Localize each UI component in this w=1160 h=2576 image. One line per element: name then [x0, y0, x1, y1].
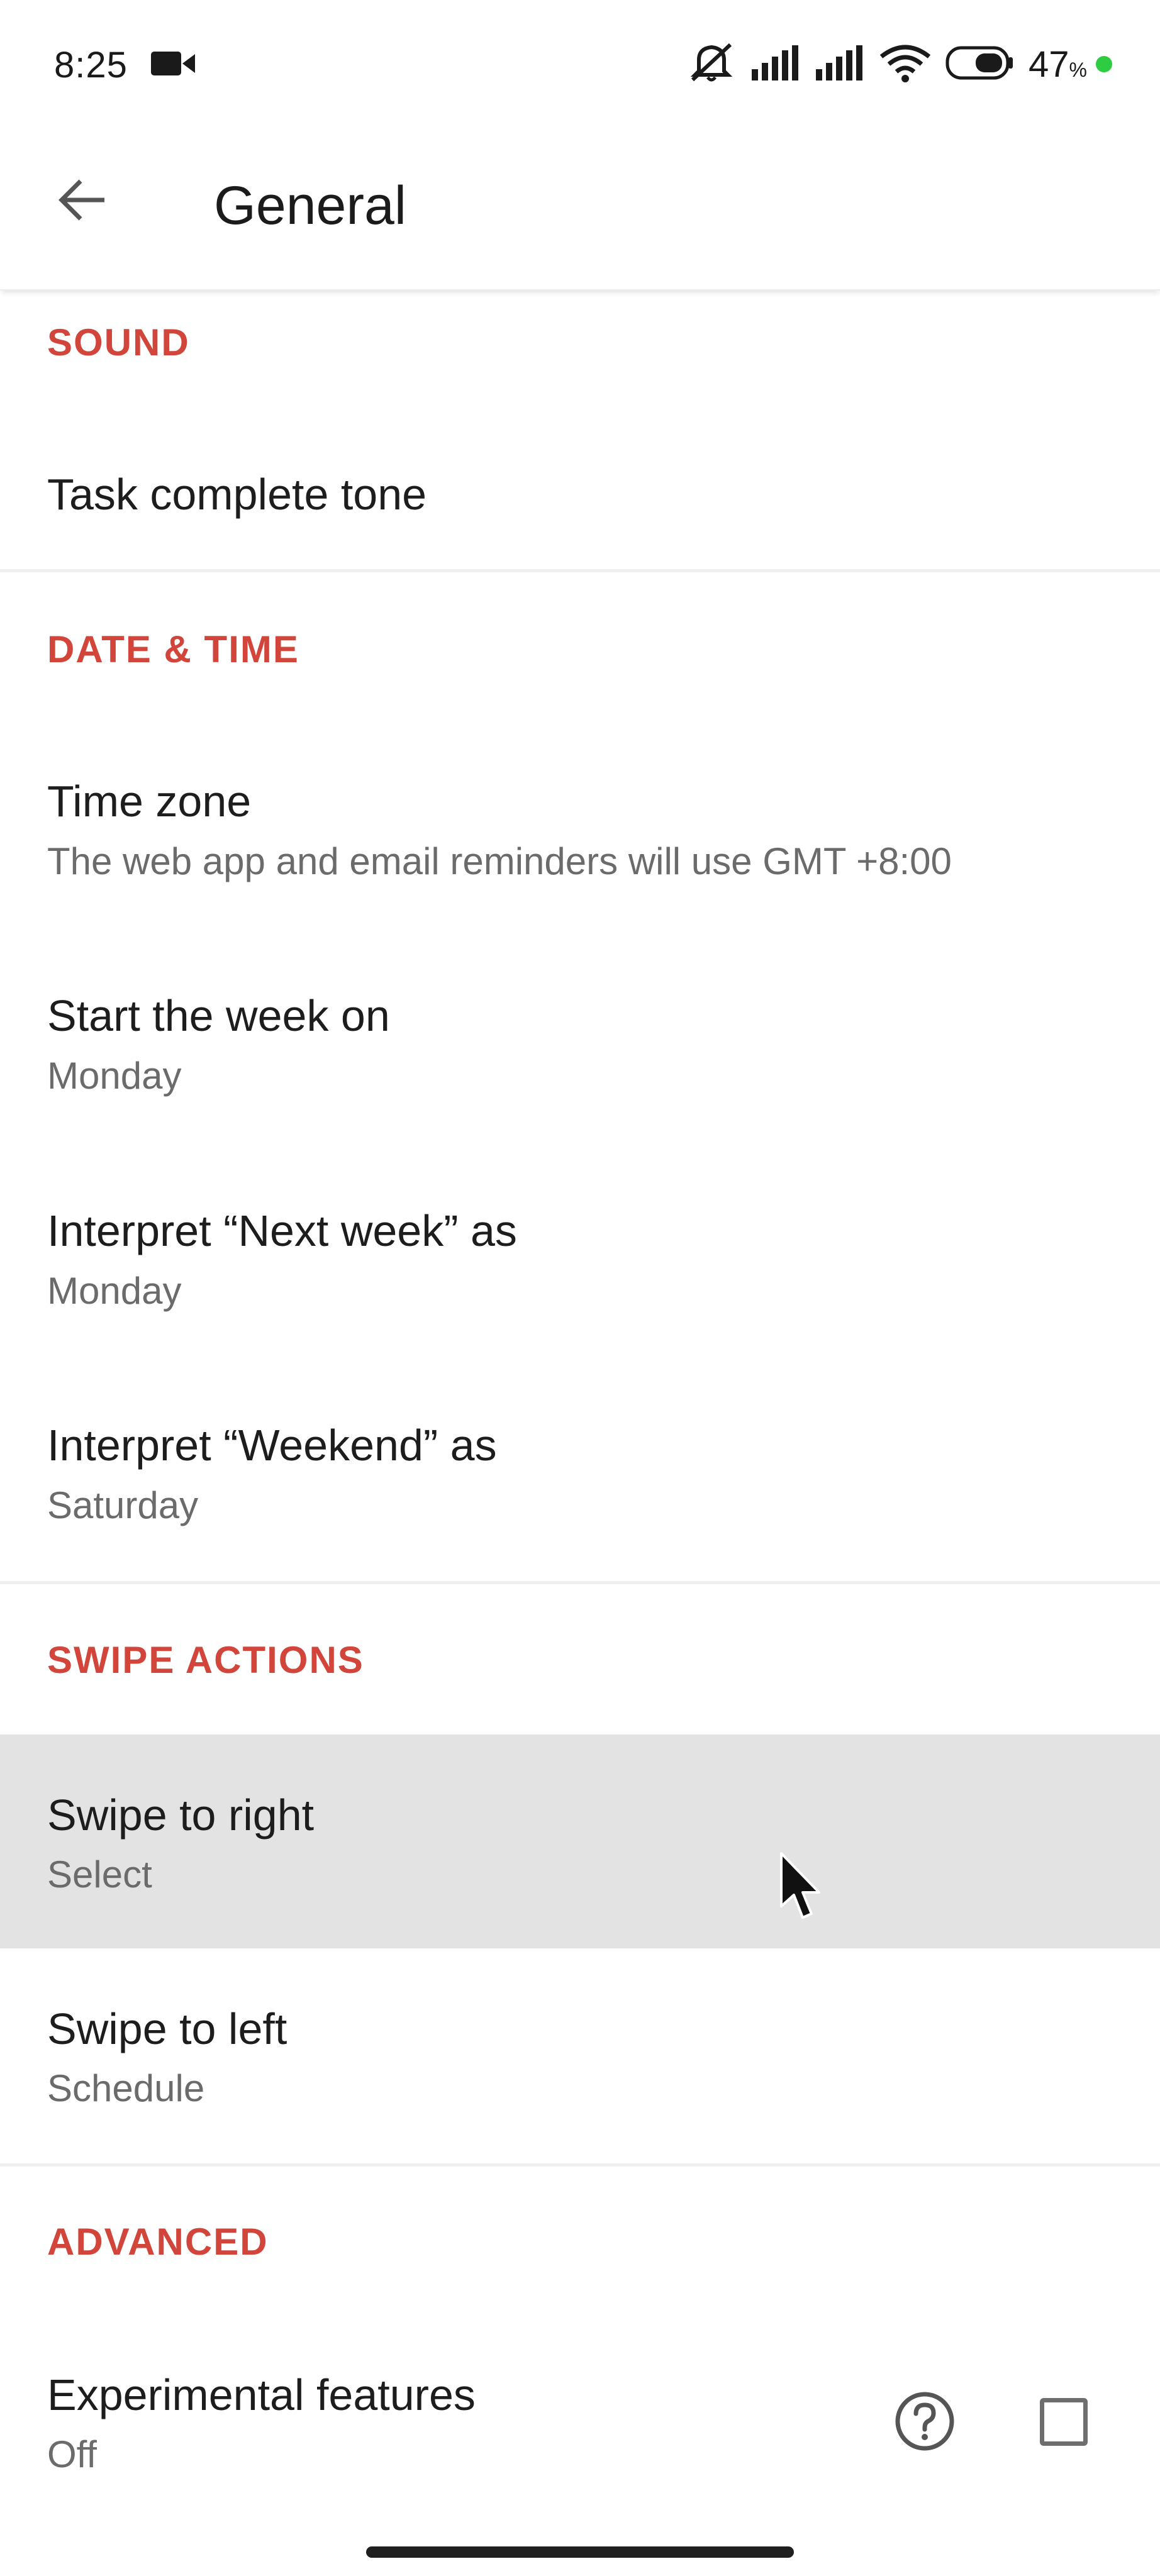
setting-start-week[interactable]: Start the week on Monday: [0, 956, 1160, 1170]
app-bar: General: [0, 132, 1160, 291]
signal-icon: [815, 44, 865, 85]
setting-swipe-left[interactable]: Swipe to left Schedule: [0, 1948, 1160, 2162]
divider: [0, 569, 1160, 572]
help-icon[interactable]: [893, 2390, 956, 2456]
setting-next-week[interactable]: Interpret “Next week” as Monday: [0, 1171, 1160, 1385]
setting-experimental-features[interactable]: Experimental features Off: [0, 2327, 1160, 2534]
setting-value: Select: [47, 1853, 152, 1896]
setting-value: Monday: [47, 1055, 182, 1097]
section-header-advanced: ADVANCED: [47, 2221, 269, 2263]
setting-task-complete-tone[interactable]: Task complete tone: [0, 440, 1160, 566]
setting-value: Schedule: [47, 2067, 205, 2109]
status-icons: 47%: [672, 39, 1112, 89]
mouse-cursor-icon: [779, 1852, 823, 1924]
divider: [0, 1581, 1160, 1584]
experimental-features-checkbox[interactable]: [1040, 2398, 1088, 2446]
arrow-left-icon: [59, 179, 104, 221]
battery-percent-unit: %: [1069, 58, 1087, 81]
status-bar: 8:25 47%: [0, 0, 1160, 132]
setting-title: Swipe to left: [47, 2004, 287, 2053]
battery-icon: [945, 46, 1015, 83]
setting-title: Interpret “Weekend” as: [47, 1421, 497, 1470]
setting-title: Start the week on: [47, 991, 390, 1040]
setting-swipe-right[interactable]: Swipe to right Select: [0, 1735, 1160, 1948]
setting-value: Off: [47, 2433, 97, 2475]
home-indicator[interactable]: [366, 2546, 794, 2558]
setting-value: Monday: [47, 1270, 182, 1312]
privacy-indicator-dot: [1096, 56, 1112, 72]
setting-title: Swipe to right: [47, 1790, 315, 1840]
setting-value: Saturday: [47, 1484, 199, 1526]
battery-percent-value: 47: [1029, 43, 1069, 85]
signal-icon: [750, 44, 801, 85]
wifi-icon: [879, 43, 932, 86]
setting-title: Interpret “Next week” as: [47, 1206, 517, 1255]
setting-weekend[interactable]: Interpret “Weekend” as Saturday: [0, 1385, 1160, 1580]
setting-time-zone[interactable]: Time zone The web app and email reminder…: [0, 742, 1160, 956]
back-button[interactable]: [50, 169, 113, 231]
mute-icon: [686, 41, 737, 88]
section-header-swipe-actions: SWIPE ACTIONS: [47, 1639, 364, 1681]
setting-title: Time zone: [47, 777, 252, 826]
status-time: 8:25: [54, 45, 128, 86]
section-header-date-time: DATE & TIME: [47, 628, 299, 670]
setting-title: Experimental features: [47, 2370, 476, 2419]
video-camera-icon: [151, 49, 195, 81]
page-title: General: [214, 175, 406, 236]
divider: [0, 2163, 1160, 2167]
setting-value: The web app and email reminders will use…: [47, 840, 952, 882]
section-header-sound: SOUND: [47, 321, 190, 364]
battery-percent: 47%: [1029, 43, 1087, 86]
setting-title: Task complete tone: [47, 470, 427, 519]
